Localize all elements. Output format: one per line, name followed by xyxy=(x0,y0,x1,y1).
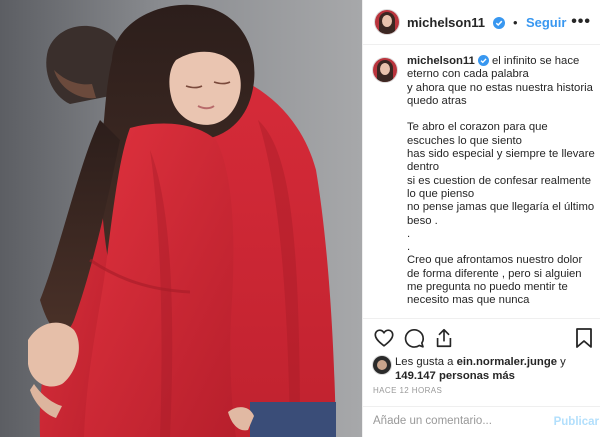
caption-avatar[interactable] xyxy=(373,58,397,82)
verified-badge-icon xyxy=(477,55,489,66)
liker-avatar[interactable] xyxy=(373,356,391,374)
caption-body: el infinito se hace eterno con cada pala… xyxy=(407,55,595,307)
post-photo[interactable] xyxy=(0,0,362,437)
caption-text: michelson11 el infinito se hace eterno c… xyxy=(407,55,597,308)
liker-username[interactable]: ein.normaler.junge xyxy=(457,356,557,368)
author-username[interactable]: michelson11 xyxy=(407,15,485,30)
caption-username[interactable]: michelson11 xyxy=(407,55,475,67)
author-avatar[interactable] xyxy=(375,10,399,34)
comment-input[interactable] xyxy=(373,415,543,427)
header-meta: michelson11 • Seguir xyxy=(407,14,566,32)
publish-button[interactable]: Publicar xyxy=(554,416,599,428)
post-timestamp[interactable]: Hace 12 horas xyxy=(373,386,442,395)
comment-bar: Publicar xyxy=(363,406,600,437)
couple-hug-image xyxy=(0,0,362,437)
share-icon[interactable] xyxy=(433,327,455,349)
action-bar xyxy=(363,318,600,348)
follow-button[interactable]: Seguir xyxy=(526,15,566,30)
comment-icon[interactable] xyxy=(403,327,425,349)
bookmark-icon[interactable] xyxy=(575,327,593,349)
post-header: michelson11 • Seguir ••• xyxy=(363,0,600,45)
post-sidebar: michelson11 • Seguir ••• michelson11 el … xyxy=(362,0,600,437)
likes-count[interactable]: 149.147 personas más xyxy=(395,370,515,382)
more-options-icon[interactable]: ••• xyxy=(571,13,591,31)
verified-badge-icon xyxy=(492,17,505,29)
heart-icon[interactable] xyxy=(373,327,395,349)
likes-text: Les gusta a ein.normaler.junge y 149.147… xyxy=(395,356,566,382)
separator-dot: • xyxy=(512,15,518,30)
